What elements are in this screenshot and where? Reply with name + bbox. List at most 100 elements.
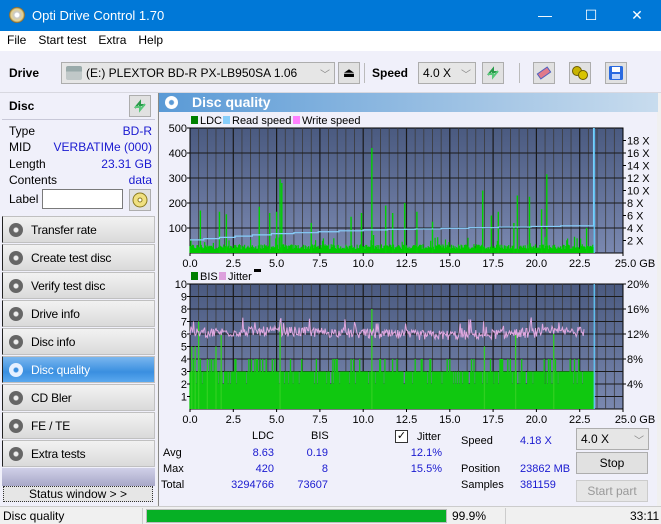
disc-label-key: Label bbox=[9, 192, 39, 206]
elapsed-time: 33:11 bbox=[630, 509, 660, 523]
window-title: Opti Drive Control 1.70 bbox=[32, 8, 165, 23]
speed-label: Speed bbox=[372, 66, 409, 80]
progress-fill bbox=[147, 510, 446, 522]
stats-col-ldc: LDC bbox=[252, 430, 275, 442]
refresh-arrows-icon bbox=[487, 66, 499, 80]
test-speed-value: 4.0 X bbox=[581, 432, 610, 446]
divider bbox=[2, 119, 155, 120]
nav-label: FE / TE bbox=[31, 419, 71, 433]
disc-header-label: Disc bbox=[9, 99, 35, 113]
toolbar-separator bbox=[364, 63, 365, 83]
refresh-speed-button[interactable] bbox=[482, 62, 504, 84]
close-button[interactable]: ✕ bbox=[614, 0, 660, 31]
divider bbox=[505, 508, 506, 524]
drive-label: Drive bbox=[9, 66, 40, 80]
disc-contents-row: Contents data bbox=[9, 173, 152, 189]
eject-button[interactable]: ⏏ bbox=[338, 62, 360, 84]
eject-icon: ⏏ bbox=[342, 65, 356, 80]
panel-title: Disc quality bbox=[192, 94, 271, 110]
cd-bler-icon bbox=[9, 391, 23, 405]
status-bar: Disc quality 99.9% 33:11 bbox=[0, 506, 661, 524]
toolbar-separator bbox=[519, 63, 520, 83]
total-ldc-value: 3294766 bbox=[231, 479, 274, 491]
maximize-button[interactable]: ☐ bbox=[568, 0, 614, 31]
drive-select[interactable]: (E:) PLEXTOR BD-R PX-LB950SA 1.06 ﹀ bbox=[61, 62, 335, 84]
status-window-button[interactable]: Status window > > bbox=[3, 486, 153, 502]
menu-file[interactable]: File bbox=[0, 31, 31, 47]
disc-type-row: Type BD-R bbox=[9, 124, 152, 140]
nav-cd-bler[interactable]: CD Bler bbox=[2, 384, 155, 411]
floppy-disk-icon bbox=[609, 66, 623, 80]
disc-info-icon bbox=[9, 335, 23, 349]
speed-select-value: 4.0 X bbox=[423, 66, 452, 80]
disc-type-key: Type bbox=[9, 124, 36, 138]
refresh-arrows-icon bbox=[134, 99, 146, 113]
panel-header: Disc quality bbox=[159, 93, 658, 112]
app-disc-icon bbox=[9, 7, 25, 23]
max-ldc-value: 420 bbox=[255, 463, 274, 475]
menu-start-test[interactable]: Start test bbox=[31, 31, 91, 47]
total-bis-value: 73607 bbox=[297, 479, 328, 491]
stats-col-bis: BIS bbox=[311, 430, 329, 442]
stats-row-label: Max bbox=[163, 463, 184, 475]
nav-label: Drive info bbox=[31, 307, 80, 321]
save-button[interactable] bbox=[605, 62, 627, 84]
samples-value: 381159 bbox=[520, 479, 556, 491]
test-speed-select[interactable]: 4.0 X ﹀ bbox=[576, 428, 649, 450]
drive-select-value: (E:) PLEXTOR BD-R PX-LB950SA 1.06 bbox=[86, 66, 298, 80]
nav-transfer-rate[interactable]: Transfer rate bbox=[2, 216, 155, 243]
disc-mid-key: MID bbox=[9, 140, 31, 154]
jitter-label: Jitter bbox=[417, 431, 441, 443]
menu-help[interactable]: Help bbox=[131, 31, 168, 47]
jitter-checkbox[interactable]: ✓ bbox=[395, 430, 408, 443]
nav-drive-info[interactable]: Drive info bbox=[2, 300, 155, 327]
nav-extra-tests[interactable]: Extra tests bbox=[2, 440, 155, 467]
disc-label-button[interactable] bbox=[129, 189, 151, 211]
divider bbox=[142, 508, 143, 524]
max-jitter-value: 15.5% bbox=[410, 463, 442, 475]
nav-label: Transfer rate bbox=[31, 223, 97, 237]
avg-ldc-value: 8.63 bbox=[252, 447, 274, 459]
nav-fe-te[interactable]: FE / TE bbox=[2, 412, 155, 439]
chevron-down-icon: ﹀ bbox=[461, 70, 471, 81]
cd-icon bbox=[132, 192, 148, 208]
nav-label: CD Bler bbox=[31, 391, 72, 405]
settings-button[interactable] bbox=[569, 62, 591, 84]
disc-length-key: Length bbox=[9, 157, 46, 171]
menu-extra[interactable]: Extra bbox=[91, 31, 131, 47]
max-bis-value: 8 bbox=[321, 463, 328, 475]
create-test-disc-icon bbox=[9, 251, 23, 265]
extra-tests-icon bbox=[9, 447, 23, 461]
speed-select[interactable]: 4.0 X ﹀ bbox=[418, 62, 476, 84]
nav-create-test-disc[interactable]: Create test disc bbox=[2, 244, 155, 271]
avg-jitter-value: 12.1% bbox=[410, 447, 442, 459]
disc-mid-row: MID VERBATIMe (000) bbox=[9, 140, 152, 156]
stats-row-label: Avg bbox=[163, 447, 182, 459]
eraser-icon bbox=[536, 66, 552, 80]
nav-filler bbox=[2, 468, 155, 486]
start-part-button[interactable]: Start part bbox=[576, 480, 648, 502]
nav-label: Disc quality bbox=[31, 363, 90, 377]
disc-quality-icon bbox=[165, 96, 178, 109]
nav-label: Disc info bbox=[31, 335, 76, 349]
nav-label: Verify test disc bbox=[31, 279, 106, 293]
fe-te-icon bbox=[9, 419, 23, 433]
disc-refresh-button[interactable] bbox=[129, 95, 151, 117]
disc-contents-key: Contents bbox=[9, 173, 58, 187]
minimize-button[interactable]: — bbox=[522, 0, 568, 31]
stop-button[interactable]: Stop bbox=[576, 452, 648, 474]
disc-label-input[interactable] bbox=[42, 189, 123, 209]
speed-stat-value: 4.18 X bbox=[520, 435, 552, 447]
status-text: Disc quality bbox=[3, 509, 65, 523]
progress-bar bbox=[146, 509, 447, 523]
erase-button[interactable] bbox=[533, 62, 555, 84]
disc-length-row: Length 23.31 GB bbox=[9, 157, 152, 173]
samples-label: Samples bbox=[461, 479, 504, 491]
nav-verify-test-disc[interactable]: Verify test disc bbox=[2, 272, 155, 299]
drive-icon bbox=[66, 66, 82, 80]
title-bar: Opti Drive Control 1.70 — ☐ ✕ bbox=[0, 0, 661, 31]
nav-disc-info[interactable]: Disc info bbox=[2, 328, 155, 355]
nav-label: Extra tests bbox=[31, 447, 86, 461]
nav-disc-quality[interactable]: Disc quality bbox=[2, 356, 155, 383]
disc-mid-value: VERBATIMe (000) bbox=[53, 140, 152, 154]
